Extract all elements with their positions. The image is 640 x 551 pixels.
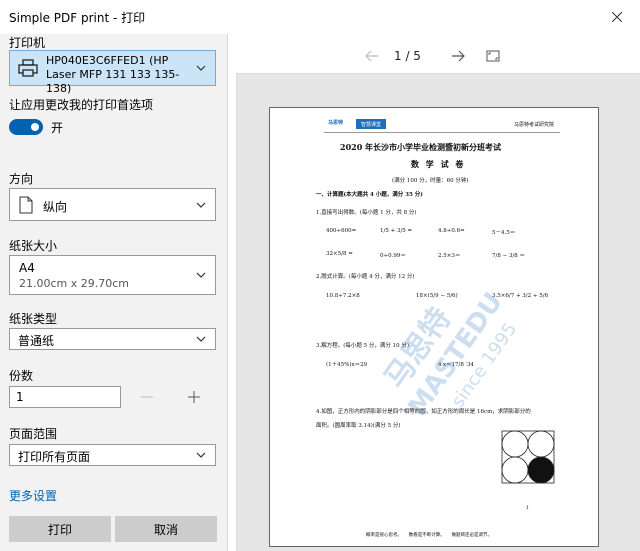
preview-area: 马思特 智慧课堂 马思特考试研究院 2020 年长沙市小学毕业检测暨初新分班考试… <box>236 73 640 551</box>
expression: 4∶x＝17/8 ∶34 <box>438 362 475 368</box>
copies-value: 1 <box>16 390 24 404</box>
expression: 2.5×3＝ <box>438 253 461 259</box>
fit-page-icon[interactable] <box>485 48 501 64</box>
portrait-page-icon <box>19 196 33 214</box>
plus-icon <box>188 391 200 403</box>
toggle-knob <box>31 123 39 131</box>
close-icon <box>612 12 622 22</box>
orientation-label: 方向 <box>9 172 34 186</box>
circle-square-figure <box>501 430 555 484</box>
question-2: 2.脱式计算。(每小题 4 分，满分 12 分) <box>316 274 415 280</box>
chevron-down-icon <box>196 202 206 208</box>
cancel-button[interactable]: 取消 <box>115 516 217 542</box>
more-settings-link[interactable]: 更多设置 <box>9 487 57 504</box>
header-divider <box>324 132 560 133</box>
orientation-dropdown[interactable]: 纵向 <box>9 188 216 221</box>
expression: 1/5 + 3/5 = <box>380 228 413 234</box>
settings-pane: 打印机 HP040E3C6FFED1 (HP Laser MFP 131 133… <box>0 34 228 551</box>
page-range-value: 打印所有页面 <box>18 450 91 464</box>
expression: 400÷600= <box>326 228 357 234</box>
copies-label: 份数 <box>9 369 34 383</box>
toggle-state-text: 开 <box>51 121 64 135</box>
question-4-continued: 面积。(圆周率取 3.14)(满分 5 分) <box>316 423 401 429</box>
orientation-value: 纵向 <box>43 200 68 214</box>
printer-label: 打印机 <box>9 36 46 50</box>
document-footer: 概率是很心思考。 数看是不断计算。 做题目还必是调节。 <box>366 533 492 538</box>
question-4: 4.如图，正方形内的阴影部分是四个相等的圆，如正方形的周长是 16cm，求阴影部… <box>316 409 531 415</box>
document-title: 2020 年长沙市小学毕业检测暨初新分班考试 <box>340 142 502 152</box>
page-navigator: 1 / 5 <box>229 46 640 68</box>
previous-page-button[interactable] <box>364 48 380 64</box>
print-button[interactable]: 打印 <box>9 516 111 542</box>
expression: 3.5×6/7 + 3/2 ÷ 5/6 <box>492 293 549 299</box>
decrease-copies-button[interactable] <box>138 388 156 406</box>
expression: 10.8÷7.2×8 <box>326 293 360 299</box>
paper-type-dropdown[interactable]: 普通纸 <box>9 328 216 350</box>
copies-input[interactable]: 1 <box>9 386 121 408</box>
minus-icon <box>141 396 153 398</box>
paper-type-value: 普通纸 <box>18 334 55 348</box>
question-3: 3.解方程。(每小题 5 分，满分 10 分) <box>316 343 410 349</box>
page-indicator: 1 / 5 <box>394 49 421 63</box>
preference-toggle[interactable] <box>9 119 43 135</box>
expression: 5－4.5＝ <box>492 230 516 236</box>
section-heading: 一、计算题(本大题共 4 小题，满分 35 分) <box>316 192 423 198</box>
page-range-dropdown[interactable]: 打印所有页面 <box>9 444 216 466</box>
document-header-right: 马思特考试研究院 <box>514 122 555 128</box>
next-page-button[interactable] <box>450 48 466 64</box>
document-page-number: 1 <box>526 505 530 511</box>
document-logo-badge: 智慧课堂 <box>356 119 386 129</box>
window-title: Simple PDF print - 打印 <box>9 11 146 25</box>
expression: (1＋45%)x＝29 <box>326 362 368 368</box>
paper-size-value: A4 <box>19 261 35 275</box>
page-range-label: 页面范围 <box>9 427 58 441</box>
preference-label: 让应用更改我的打印首选项 <box>9 98 154 112</box>
chevron-down-icon <box>196 65 206 71</box>
printer-icon <box>18 59 38 77</box>
printer-dropdown[interactable]: HP040E3C6FFED1 (HP Laser MFP 131 133 135… <box>9 50 216 95</box>
paper-size-label: 纸张大小 <box>9 239 58 253</box>
document-page: 马思特 智慧课堂 马思特考试研究院 2020 年长沙市小学毕业检测暨初新分班考试… <box>269 107 599 547</box>
document-subject: 数 学 试 卷 <box>411 159 466 169</box>
title-bar: Simple PDF print - 打印 <box>0 0 640 34</box>
chevron-down-icon <box>196 272 206 278</box>
svg-text:MASTEDU: MASTEDU <box>402 288 509 422</box>
printer-name: HP040E3C6FFED1 (HP Laser MFP 131 133 135… <box>46 54 180 95</box>
increase-copies-button[interactable] <box>185 388 203 406</box>
expression: 7/8 − 3/8 ＝ <box>492 253 526 259</box>
paper-size-dropdown[interactable]: A4 21.00cm x 29.70cm <box>9 255 216 295</box>
document-logo: 马思特 <box>328 120 344 126</box>
expression: 4.8÷0.6= <box>438 228 465 234</box>
expression: 0÷0.99＝ <box>380 253 406 259</box>
question-1: 1.直接写出得数。(每小题 1 分，共 8 分) <box>316 210 417 216</box>
document-score: (满分 100 分，时量：60 分钟) <box>392 178 469 184</box>
chevron-down-icon <box>196 452 206 458</box>
preview-pane: 1 / 5 马思特 智慧课堂 马思特考试研究院 2020 年长沙市小学毕业检测暨… <box>229 34 640 551</box>
expression: 18×(5/9 − 5/6) <box>416 293 458 299</box>
expression: 32×5/8 = <box>326 251 353 257</box>
paper-type-label: 纸张类型 <box>9 312 58 326</box>
chevron-down-icon <box>196 336 206 342</box>
paper-size-dimensions: 21.00cm x 29.70cm <box>19 277 130 290</box>
close-button[interactable] <box>594 0 640 34</box>
